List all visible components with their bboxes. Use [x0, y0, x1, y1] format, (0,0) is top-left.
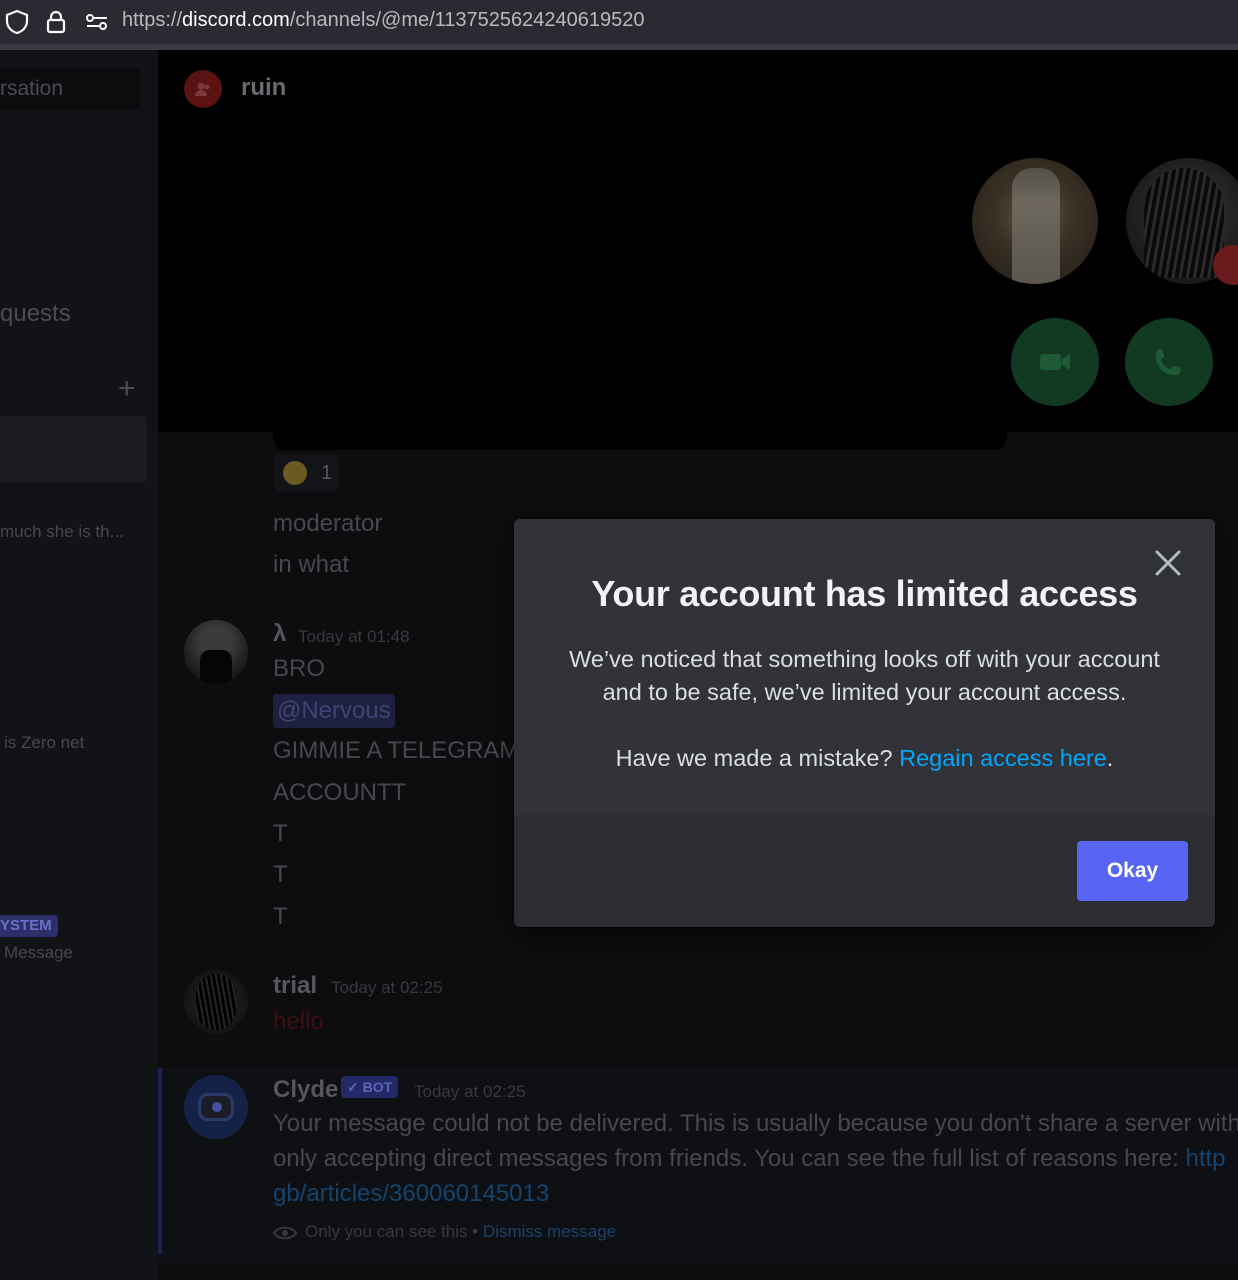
message-text: T	[273, 820, 288, 847]
call-participant-avatar[interactable]	[972, 158, 1098, 284]
dismiss-message-link[interactable]: Dismiss message	[483, 1222, 616, 1241]
message-author[interactable]: λ	[273, 620, 286, 648]
message-timestamp: Today at 02:25	[414, 1082, 526, 1101]
avatar[interactable]	[184, 620, 248, 684]
group-dm-icon	[184, 70, 222, 108]
message-text: moderator	[273, 510, 383, 537]
ephemeral-note: Only you can see this • Dismiss message	[305, 1222, 616, 1242]
modal-description-line: and to be safe, we’ve limited your accou…	[602, 679, 1127, 705]
channel-title: ruin	[241, 74, 287, 101]
okay-button[interactable]: Okay	[1077, 841, 1188, 901]
url-text[interactable]: https://discord.com/channels/@me/1137525…	[122, 9, 645, 32]
message-text: in what	[273, 551, 350, 578]
modal-body: Your account has limited access We’ve no…	[514, 519, 1215, 815]
modal-description-line: We’ve noticed that something looks off w…	[569, 646, 1160, 672]
message-text: GIMMIE A TELEGRAM	[273, 737, 520, 764]
eye-icon	[272, 1224, 298, 1247]
sidebar-item-selected[interactable]	[0, 416, 147, 482]
message-text: hello	[273, 1008, 324, 1035]
message-text: ACCOUNTT	[273, 779, 407, 806]
message-text-part: only accepting direct messages from frie…	[273, 1145, 1186, 1172]
message-link[interactable]: gb/articles/360060145013	[273, 1180, 549, 1208]
clyde-avatar[interactable]	[184, 1075, 248, 1139]
embed-bottom	[273, 432, 1007, 450]
start-video-call-button[interactable]	[1011, 318, 1099, 406]
modal-question: Have we made a mistake? Regain access he…	[514, 745, 1215, 772]
reaction-count: 1	[321, 462, 333, 484]
message-text: Your message could not be delivered. Thi…	[273, 1110, 1238, 1137]
reaction[interactable]: 1	[273, 454, 339, 492]
conversation-search[interactable]: rsation	[0, 68, 140, 110]
message-requests-label[interactable]: quests	[0, 300, 71, 328]
dm-preview[interactable]: much she is th...	[0, 522, 124, 542]
url-scheme: https://	[122, 9, 183, 31]
url-host: discord.com	[182, 9, 290, 31]
shield-icon[interactable]	[3, 8, 31, 36]
bot-tag: ✓ BOT	[341, 1076, 399, 1098]
url-path: /channels/@me/1137525624240619520	[289, 9, 645, 31]
avatar[interactable]	[184, 970, 248, 1034]
start-voice-call-button[interactable]	[1125, 318, 1213, 406]
message-text: T	[273, 861, 288, 888]
message-text: only accepting direct messages from frie…	[273, 1145, 1226, 1173]
dm-preview[interactable]: Message	[4, 943, 73, 963]
browser-url-bar: https://discord.com/channels/@me/1137525…	[0, 0, 1238, 44]
user-mention[interactable]: @Nervous	[273, 694, 395, 728]
ephemeral-message-bar	[158, 1068, 162, 1254]
message-timestamp: Today at 01:48	[298, 627, 410, 646]
message-link[interactable]: http	[1186, 1145, 1226, 1172]
crying-emoji-icon	[283, 461, 307, 485]
message-author[interactable]: Clyde	[273, 1076, 338, 1104]
message-author[interactable]: trial	[273, 972, 317, 1000]
message-timestamp: Today at 02:25	[331, 978, 443, 997]
modal-title: Your account has limited access	[591, 573, 1138, 614]
limited-access-modal: Your account has limited access We’ve no…	[514, 519, 1215, 927]
system-badge: YSTEM	[0, 915, 58, 937]
call-area: ruin	[158, 50, 1238, 432]
create-dm-plus-icon[interactable]: +	[118, 372, 136, 406]
dm-sidebar: rsation quests + much she is th... is Ze…	[0, 50, 158, 1280]
message-text: BRO	[273, 655, 326, 682]
permissions-icon[interactable]	[83, 8, 111, 36]
modal-question-suffix: .	[1106, 745, 1114, 771]
dm-preview[interactable]: is Zero net	[4, 733, 84, 753]
ephemeral-note-text: Only you can see this •	[305, 1222, 483, 1241]
message-text: T	[273, 903, 288, 930]
regain-access-link[interactable]: Regain access here	[899, 745, 1107, 771]
modal-question-text: Have we made a mistake?	[615, 745, 900, 771]
search-placeholder: rsation	[0, 77, 64, 100]
lock-icon[interactable]	[42, 8, 70, 36]
modal-description: We’ve noticed that something looks off w…	[544, 643, 1185, 709]
